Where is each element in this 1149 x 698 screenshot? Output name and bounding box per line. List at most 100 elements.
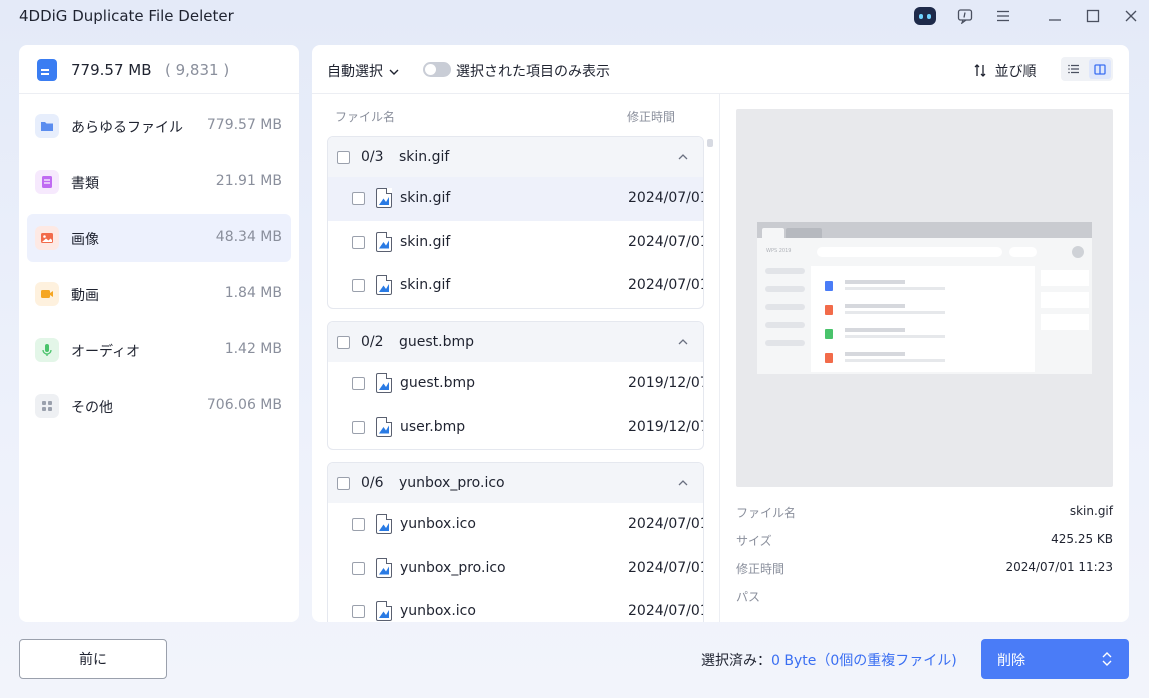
category-other[interactable]: その他 706.06 MB (27, 382, 291, 430)
assistant-robot-icon[interactable] (914, 5, 936, 27)
image-file-icon (376, 188, 392, 208)
file-date: 2024/07/01 (628, 559, 704, 576)
file-checkbox[interactable] (352, 605, 365, 618)
meta-path-label: パス (736, 590, 761, 604)
image-file-icon (376, 557, 392, 578)
app-title: 4DDiG Duplicate File Deleter (19, 7, 234, 25)
selected-label: 選択済み： (701, 653, 771, 669)
group-header[interactable]: 0/6 yunbox_pro.ico (328, 463, 703, 503)
menu-icon[interactable] (992, 5, 1014, 27)
scrollbar[interactable] (707, 139, 713, 147)
chevron-up-icon[interactable] (677, 151, 689, 163)
microphone-icon (35, 338, 59, 362)
category-images[interactable]: 画像 48.34 MB (27, 214, 291, 262)
category-audio[interactable]: オーディオ 1.42 MB (27, 326, 291, 374)
previous-button[interactable]: 前に (19, 639, 167, 679)
file-checkbox[interactable] (352, 377, 365, 390)
duplicate-group: 0/2 guest.bmp guest.bmp 2019/12/07 user.… (327, 321, 704, 450)
list-view-icon[interactable] (1063, 59, 1085, 79)
category-sidebar: 779.57 MB ( 9,831 ) あらゆるファイル 779.57 MB 書… (19, 45, 299, 622)
file-checkbox[interactable] (352, 420, 365, 434)
file-row[interactable]: guest.bmp 2019/12/07 (328, 362, 703, 406)
preview-mock-brand: WPS 2019 (766, 248, 792, 254)
file-date: 2024/07/01 (628, 603, 704, 619)
file-checkbox[interactable] (352, 561, 365, 575)
file-row[interactable]: user.bmp 2019/12/07 (328, 406, 703, 450)
group-selection-count: 0/3 (361, 149, 384, 165)
summary: 779.57 MB ( 9,831 ) (19, 45, 299, 94)
file-name: skin.gif (400, 190, 451, 206)
image-preview: WPS 2019 (736, 109, 1113, 487)
folder-icon (35, 114, 59, 138)
file-checkbox[interactable] (352, 279, 365, 292)
category-size: 706.06 MB (206, 397, 282, 413)
group-checkbox[interactable] (337, 336, 350, 349)
file-date: 2024/07/01 (628, 516, 704, 532)
category-label: 画像 (71, 232, 99, 248)
file-checkbox[interactable] (352, 192, 365, 205)
file-name: skin.gif (400, 233, 451, 250)
category-label: あらゆるファイル (71, 120, 183, 136)
file-row[interactable]: skin.gif 2024/07/01 (328, 177, 703, 221)
category-videos[interactable]: 動画 1.84 MB (27, 270, 291, 318)
show-selected-label: 選択された項目のみ表示 (456, 64, 610, 80)
chevron-down-icon (389, 69, 399, 75)
total-count: ( 9,831 ) (165, 61, 230, 79)
auto-select-label: 自動選択 (327, 64, 383, 80)
file-checkbox[interactable] (352, 518, 365, 531)
meta-size-value: 425.25 KB (1051, 532, 1113, 546)
file-date: 2019/12/07 (628, 418, 704, 435)
file-date: 2024/07/01 (628, 190, 704, 206)
selected-value: 0 Byte（0個の重複ファイル) (771, 653, 957, 669)
category-size: 21.91 MB (215, 173, 282, 189)
duplicate-file-list[interactable]: ファイル名 修正時間 0/3 skin.gif skin.gif 2024/07… (312, 94, 720, 622)
file-name: yunbox.ico (400, 603, 476, 619)
file-row[interactable]: yunbox_pro.ico 2024/07/01 (328, 547, 703, 591)
sort-button[interactable]: 並び順 (974, 61, 1036, 81)
category-size: 779.57 MB (206, 117, 282, 133)
meta-filename-value: skin.gif (1069, 504, 1113, 518)
close-icon[interactable] (1120, 5, 1142, 27)
meta-filename-label: ファイル名 (736, 506, 797, 520)
category-size: 1.84 MB (224, 285, 282, 301)
group-selection-count: 0/2 (361, 334, 384, 350)
feedback-icon[interactable] (954, 5, 976, 27)
chevron-up-icon[interactable] (677, 336, 689, 348)
video-icon (35, 282, 59, 306)
group-name: yunbox_pro.ico (399, 475, 505, 491)
file-name: yunbox.ico (400, 516, 476, 532)
file-name: yunbox_pro.ico (400, 559, 506, 576)
group-header[interactable]: 0/3 skin.gif (328, 137, 703, 177)
image-file-icon (376, 373, 392, 393)
file-row[interactable]: yunbox.ico 2024/07/01 (328, 503, 703, 547)
view-mode-switch (1061, 57, 1113, 81)
image-icon (35, 226, 59, 250)
group-checkbox[interactable] (337, 151, 350, 164)
document-icon (35, 170, 59, 194)
file-row[interactable]: skin.gif 2024/07/01 (328, 264, 703, 308)
group-header[interactable]: 0/2 guest.bmp (328, 322, 703, 362)
auto-select-dropdown[interactable]: 自動選択 (327, 61, 399, 81)
total-size: 779.57 MB (71, 61, 152, 79)
category-size: 48.34 MB (215, 229, 282, 245)
group-checkbox[interactable] (337, 477, 350, 490)
results-panel: 自動選択 選択された項目のみ表示 並び順 ファイル名 修正時間 0/3 skin… (312, 45, 1129, 622)
category-all-files[interactable]: あらゆるファイル 779.57 MB (27, 102, 291, 150)
split-view-icon[interactable] (1089, 59, 1111, 79)
file-row[interactable]: yunbox.ico 2024/07/01 (328, 590, 703, 622)
column-header-name: ファイル名 (335, 110, 396, 124)
file-row[interactable]: skin.gif 2024/07/01 (328, 221, 703, 265)
delete-label: 削除 (997, 653, 1025, 669)
expand-options-icon[interactable] (1101, 651, 1113, 667)
minimize-icon[interactable] (1044, 5, 1066, 27)
sort-label: 並び順 (994, 64, 1037, 80)
show-selected-toggle[interactable] (423, 62, 451, 77)
preview-thumbnail: WPS 2019 (757, 222, 1092, 374)
group-name: guest.bmp (399, 334, 475, 350)
file-checkbox[interactable] (352, 235, 365, 249)
chevron-up-icon[interactable] (677, 477, 689, 489)
category-documents[interactable]: 書類 21.91 MB (27, 158, 291, 206)
document-summary-icon (37, 59, 57, 81)
maximize-icon[interactable] (1082, 5, 1104, 27)
delete-button[interactable]: 削除 (981, 639, 1129, 679)
